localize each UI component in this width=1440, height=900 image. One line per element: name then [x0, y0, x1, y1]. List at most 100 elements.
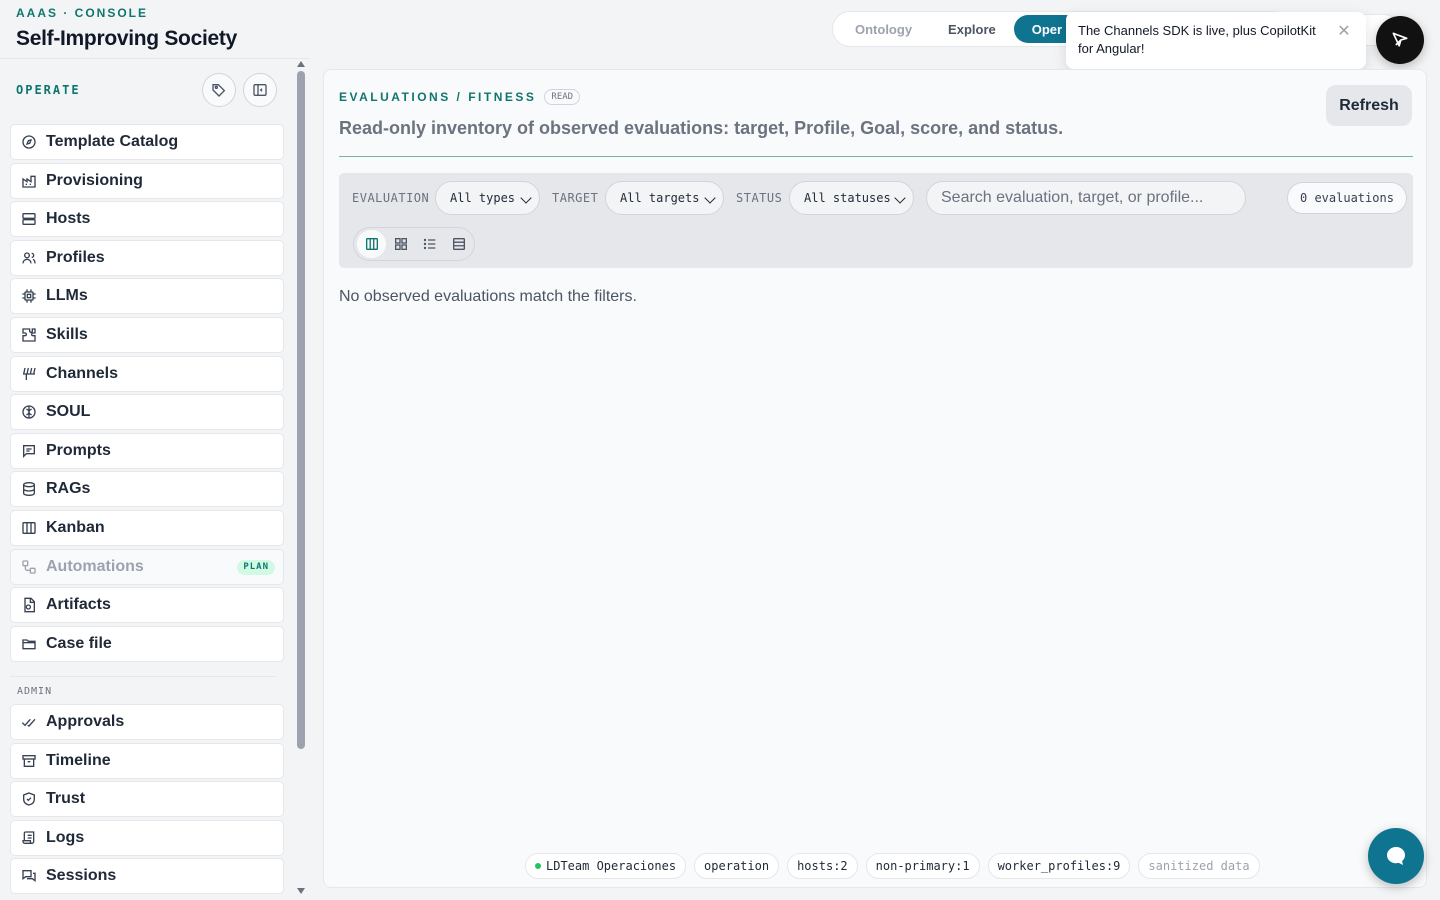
- section-divider: [10, 676, 276, 677]
- evaluation-filter-label: EVALUATION: [352, 191, 430, 205]
- sidebar-item-label: Trust: [46, 790, 86, 808]
- workflow-icon: [21, 559, 37, 575]
- chat-icon: [21, 868, 37, 884]
- sidebar-item-label: Channels: [46, 364, 119, 382]
- sidebar-item-provisioning[interactable]: Provisioning: [10, 162, 284, 199]
- select-value: All statuses: [804, 191, 891, 205]
- sidebar-item-label: SOUL: [46, 403, 91, 421]
- header-divider: [339, 156, 1413, 157]
- sidebar-item-label: Case file: [46, 634, 112, 652]
- database-icon: [21, 481, 37, 497]
- sidebar-item-channels[interactable]: Channels: [10, 355, 284, 392]
- plan-badge: PLAN: [237, 559, 275, 575]
- evaluation-type-select[interactable]: All types: [435, 181, 540, 215]
- toast-message: The Channels SDK is live, plus CopilotKi…: [1078, 23, 1316, 56]
- target-filter-label: TARGET: [552, 191, 599, 205]
- copilot-button[interactable]: [1376, 16, 1424, 64]
- grid-view-icon: [394, 238, 407, 250]
- scroll-up-arrow[interactable]: [297, 61, 305, 67]
- refresh-button[interactable]: Refresh: [1326, 85, 1412, 126]
- brand-kicker: AAAS · CONSOLE: [16, 6, 149, 20]
- scrollbar-thumb[interactable]: [297, 71, 305, 749]
- archive-icon: [21, 753, 37, 769]
- chat-launcher-button[interactable]: [1368, 828, 1424, 884]
- scroll-down-arrow[interactable]: [297, 888, 305, 894]
- sidebar-item-automations[interactable]: Automations PLAN: [10, 548, 284, 585]
- target-select[interactable]: All targets: [605, 181, 724, 215]
- sidebar-item-label: Profiles: [46, 248, 105, 266]
- sidebar-item-label: Approvals: [46, 713, 125, 730]
- sidebar-item-sessions[interactable]: Sessions: [10, 858, 284, 895]
- chevron-down-icon: [520, 192, 532, 204]
- list-view-icon: [423, 238, 435, 250]
- sidebar-item-label: Artifacts: [46, 596, 111, 614]
- non-primary-pill: non-primary:1: [865, 853, 980, 879]
- table-view-button[interactable]: [444, 230, 473, 258]
- worker-profiles-pill: worker_profiles:9: [987, 853, 1131, 879]
- columns-view-button[interactable]: [357, 230, 386, 258]
- sidebar-item-rags[interactable]: RAGs: [10, 471, 284, 508]
- tag-button[interactable]: [202, 73, 236, 107]
- breadcrumb-text: EVALUATIONS / FITNESS: [339, 90, 537, 104]
- empty-state-message: No observed evaluations match the filter…: [339, 288, 637, 305]
- tab-explore[interactable]: Explore: [930, 15, 1014, 43]
- status-filter-label: STATUS: [736, 191, 783, 205]
- sidebar-item-skills[interactable]: Skills: [10, 316, 284, 353]
- main-panel: EVALUATIONS / FITNESS READ Read-only inv…: [323, 69, 1427, 888]
- workspace-pill: LDTeam Operaciones: [525, 853, 687, 879]
- status-bar: LDTeam Operaciones operation hosts:2 non…: [525, 853, 1260, 879]
- app-title: Self-Improving Society: [16, 27, 237, 50]
- sidebar-item-approvals[interactable]: Approvals: [10, 704, 284, 740]
- sidebar-admin-nav: Approvals Timeline Trust Logs Sessions: [10, 704, 284, 897]
- sidebar-item-kanban[interactable]: Kanban: [10, 509, 284, 546]
- sidebar-scrollbar[interactable]: [296, 59, 306, 900]
- server-icon: [21, 211, 37, 227]
- hosts-pill: hosts:2: [787, 853, 858, 879]
- sidebar-item-label: Template Catalog: [46, 133, 179, 150]
- list-view-button[interactable]: [415, 230, 444, 258]
- check-double-icon: [21, 714, 37, 730]
- section-label-operate: OPERATE: [16, 83, 81, 97]
- read-badge: READ: [544, 89, 581, 105]
- file-icon: [21, 597, 37, 613]
- sidebar: OPERATE Template Catalog Provisioning Ho…: [0, 58, 310, 900]
- page-subtitle: Read-only inventory of observed evaluati…: [339, 118, 1064, 138]
- sidebar-item-prompts[interactable]: Prompts: [10, 432, 284, 469]
- search-input[interactable]: [926, 181, 1246, 215]
- collapse-sidebar-button[interactable]: [243, 73, 277, 107]
- sidebar-item-timeline[interactable]: Timeline: [10, 742, 284, 779]
- collapse-sidebar-icon: [253, 84, 267, 96]
- sidebar-item-trust[interactable]: Trust: [10, 781, 284, 818]
- sidebar-item-hosts[interactable]: Hosts: [10, 201, 284, 238]
- select-value: All types: [450, 191, 516, 205]
- sidebar-item-profiles[interactable]: Profiles: [10, 239, 284, 276]
- scroll-icon: [21, 830, 37, 846]
- sidebar-item-case-file[interactable]: Case file: [10, 625, 284, 662]
- users-icon: [21, 250, 37, 266]
- filter-bar: EVALUATION All types TARGET All targets …: [339, 173, 1413, 268]
- online-status-dot: [535, 863, 541, 869]
- shield-icon: [21, 791, 37, 807]
- sidebar-item-label: LLMs: [46, 287, 88, 305]
- status-select[interactable]: All statuses: [789, 181, 914, 215]
- sidebar-item-llms[interactable]: LLMs: [10, 278, 284, 315]
- sidebar-nav: Template Catalog Provisioning Hosts Prof…: [10, 124, 284, 664]
- sidebar-item-artifacts[interactable]: Artifacts: [10, 587, 284, 624]
- notification-toast: The Channels SDK is live, plus CopilotKi…: [1066, 12, 1366, 69]
- sidebar-item-logs[interactable]: Logs: [10, 819, 284, 856]
- close-icon[interactable]: ✕: [1334, 22, 1354, 42]
- compass-icon: [21, 134, 37, 150]
- grid-view-button[interactable]: [386, 230, 415, 258]
- mode-pill: operation: [694, 853, 780, 879]
- sidebar-item-soul[interactable]: SOUL: [10, 394, 284, 431]
- sanitized-data-pill: sanitized data: [1138, 853, 1260, 879]
- chip-icon: [21, 288, 37, 304]
- table-view-icon: [452, 238, 465, 250]
- sidebar-item-template-catalog[interactable]: Template Catalog: [10, 124, 284, 160]
- sidebar-item-label: Provisioning: [46, 171, 143, 189]
- tab-ontology[interactable]: Ontology: [837, 15, 930, 43]
- view-mode-toggle: [353, 227, 475, 261]
- brain-icon: [21, 404, 37, 420]
- sidebar-item-label: Sessions: [46, 867, 117, 885]
- chevron-down-icon: [894, 192, 906, 204]
